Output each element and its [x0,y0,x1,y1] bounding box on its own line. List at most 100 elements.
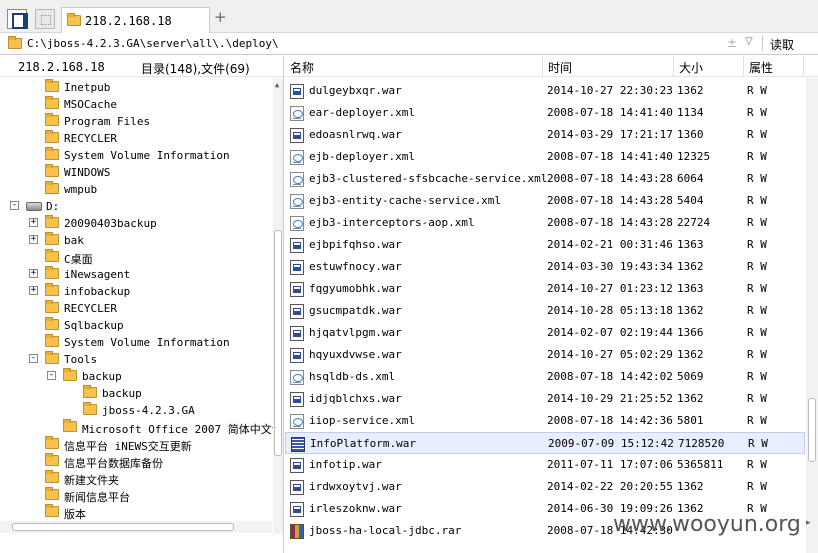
tree-item[interactable]: - D: [0,198,270,215]
column-time[interactable]: 时间 [548,59,572,76]
war-file-icon [290,238,304,253]
tree-item[interactable]: 信息平台 iNEWS交互更新 [0,436,270,453]
tree-item[interactable]: Microsoft Office 2007 简体中文专 [0,419,283,436]
tree-item[interactable]: + bak [0,232,270,249]
file-row[interactable]: ejb3-clustered-sfsbcache-service.xml 2008… [285,168,805,190]
column-size[interactable]: 大小 [679,59,703,76]
archive-file-icon [290,524,304,539]
scrollbar-thumb[interactable] [274,230,282,456]
tree-item[interactable]: - backup [0,368,270,385]
war-file-icon [290,502,304,517]
file-list-scrollbar[interactable] [806,78,818,553]
tree-item[interactable]: wmpub [0,181,270,198]
file-size: 5801 [677,414,704,427]
expand-icon[interactable]: + [29,286,38,295]
collapse-icon[interactable]: - [29,354,38,363]
tab-active[interactable]: 218.2.168.18 [61,7,210,33]
file-name: ejb3-interceptors-aop.xml [309,216,475,229]
tree-item-label: D: [46,200,60,213]
file-row[interactable]: ejb-deployer.xml 2008-07-18 14:41:40 12325… [285,146,805,168]
file-attr: R W [747,238,767,251]
file-row[interactable]: dulgeybxqr.war 2014-10-27 22:30:23 1362 R W [285,80,805,102]
file-time: 2014-10-27 22:30:23 [547,84,673,97]
file-row[interactable]: ejb3-entity-cache-service.xml 2008-07-18 … [285,190,805,212]
tree-item[interactable]: jboss-4.2.3.GA [0,402,270,419]
file-time: 2008-07-18 14:43:28 [547,216,673,229]
tree-item[interactable]: RECYCLER [0,130,270,147]
tree-item[interactable]: - Tools [0,351,270,368]
collapse-icon[interactable]: - [47,371,56,380]
tree-item[interactable]: 信息平台数据库备份 [0,453,270,470]
read-button[interactable]: 读取 [770,36,794,53]
panel-toggle-icon[interactable] [7,9,28,29]
file-size: 1362 [677,392,704,405]
expand-icon[interactable]: + [29,269,38,278]
file-row[interactable]: hqyuxdvwse.war 2014-10-27 05:02:29 1362 R W [285,344,805,366]
tree-item-label: 信息平台数据库备份 [64,457,163,470]
file-name: ejbpifqhso.war [309,238,402,251]
expand-icon[interactable]: + [29,235,38,244]
bookmark-button[interactable]: ± [727,36,737,50]
expand-icon[interactable]: + [29,218,38,227]
file-row[interactable]: ear-deployer.xml 2008-07-18 14:41:40 1134 R… [285,102,805,124]
tree-item[interactable]: System Volume Information [0,334,270,351]
file-size: 1362 [677,480,704,493]
scrollbar-thumb[interactable] [808,398,816,462]
tree-header: 218.2.168.18 目录(148),文件(69) [0,56,283,77]
tree-item[interactable]: RECYCLER [0,300,270,317]
file-row[interactable]: infotip.war 2011-07-11 17:07:06 5365811 R W [285,454,805,476]
file-name: InfoPlatform.war [310,437,416,450]
file-row[interactable]: fqgyumobhk.war 2014-10-27 01:23:12 1363 R W [285,278,805,300]
column-name[interactable]: 名称 [290,59,314,76]
tree-item-label: wmpub [64,183,98,196]
file-row[interactable]: InfoPlatform.war 2009-07-09 15:12:42 71285… [285,432,805,454]
column-attr[interactable]: 属性 [749,59,773,76]
tree-item-label: backup [82,370,122,383]
tree-item[interactable]: MSOCache [0,96,270,113]
xml-file-icon [290,370,304,385]
file-name: hqyuxdvwse.war [309,348,402,361]
file-row[interactable]: edoasnlrwq.war 2014-03-29 17:21:17 1360 R W [285,124,805,146]
file-attr: R W [748,437,768,450]
tree-item[interactable]: Inetpub [0,79,270,96]
war-file-icon [290,326,304,341]
file-name: jboss-ha-local-jdbc.rar [309,524,462,537]
file-size: 1366 [677,326,704,339]
tree-item-label: 20090403backup [64,217,157,230]
tree-item[interactable]: 新闻信息平台 [0,487,270,504]
tree-item[interactable]: +20090403backup [0,215,270,232]
tree-item[interactable]: Program Files [0,113,270,130]
file-row[interactable]: iiop-service.xml 2008-07-18 14:42:36 5801 R… [285,410,805,432]
tree-item[interactable]: WINDOWS [0,164,270,181]
tree-item[interactable]: + infobackup [0,283,270,300]
tree-item[interactable]: System Volume Information [0,147,270,164]
file-row[interactable]: estuwfnocy.war 2014-03-30 19:43:34 1362 R W [285,256,805,278]
file-row[interactable]: ejbpifqhso.war 2014-02-21 00:31:46 1363 R W [285,234,805,256]
tree-vertical-scrollbar[interactable]: ▲ [273,78,283,534]
path-input[interactable]: C:\jboss-4.2.3.GA\server\all\.\deploy\ [27,37,279,50]
tree-item[interactable]: + iNewsagent [0,266,270,283]
scroll-up-icon[interactable]: ▲ [275,81,279,89]
path-dropdown-icon[interactable]: ▽ [745,36,753,47]
new-window-icon[interactable] [35,9,55,29]
scrollbar-thumb[interactable] [12,523,234,531]
file-name: estuwfnocy.war [309,260,402,273]
file-row[interactable]: hsqldb-ds.xml 2008-07-18 14:42:02 5069 R W [285,366,805,388]
file-size: 1362 [677,304,704,317]
tree-item[interactable]: C桌面 [0,249,270,266]
file-row[interactable]: hjqatvlpgm.war 2014-02-07 02:19:44 1366 R W [285,322,805,344]
add-tab-button[interactable]: + [214,10,227,25]
tree-item[interactable]: 新建文件夹 [0,470,270,487]
tree-item[interactable]: 版本 [0,504,270,521]
file-row[interactable]: ejb3-interceptors-aop.xml 2008-07-18 14:4… [285,212,805,234]
tree-item-label: Program Files [64,115,151,128]
scroll-right-icon[interactable]: ▸ [806,518,811,528]
file-row[interactable]: irdwxoytvj.war 2014-02-22 20:20:55 1362 R W [285,476,805,498]
file-row[interactable]: gsucmpatdk.war 2014-10-28 05:13:18 1362 R W [285,300,805,322]
tree-item[interactable]: backup [0,385,270,402]
collapse-icon[interactable]: - [10,201,19,210]
tree-horizontal-scrollbar[interactable] [0,521,272,533]
file-row[interactable]: idjqblchxs.war 2014-10-29 21:25:52 1362 R W [285,388,805,410]
folder-icon [67,13,81,26]
tree-item[interactable]: Sqlbackup [0,317,270,334]
